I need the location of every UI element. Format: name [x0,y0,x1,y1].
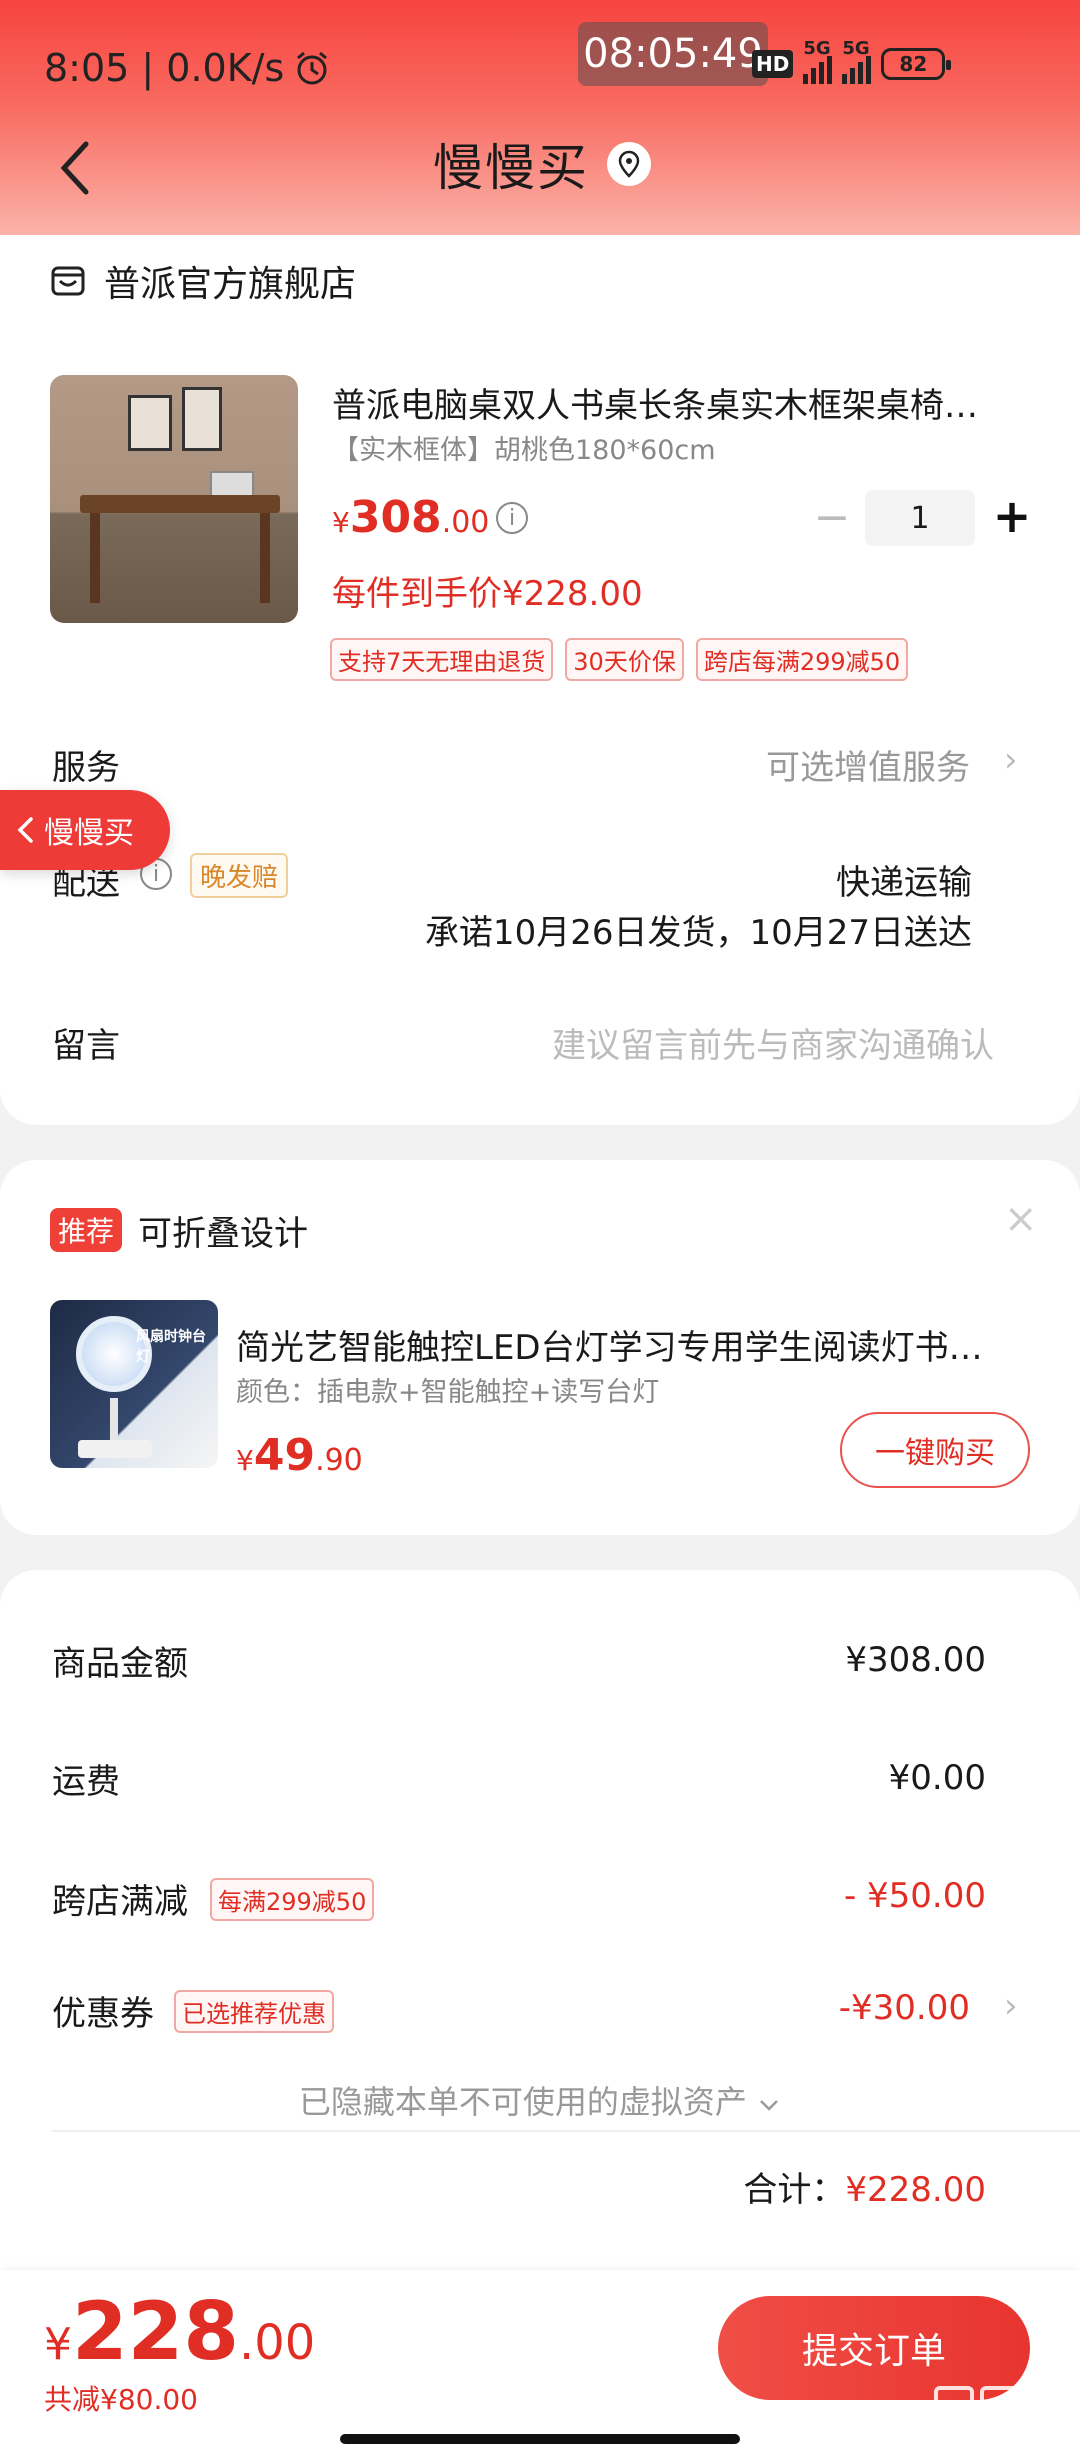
network-type-1: 5G [803,38,831,59]
hidden-assets-toggle[interactable]: 已隐藏本单不可使用的虚拟资产 [0,2077,1080,2123]
product-spec: 【实木框体】胡桃色180*60cm [332,435,716,466]
recommend-price: ¥ 49 .90 [236,1430,363,1481]
status-bar-right: HD 5G 5G 82 [752,38,952,84]
message-input[interactable]: 建议留言前先与商家沟通确认 [552,1018,994,1067]
floating-manmanmai-button[interactable]: 慢慢买 [0,790,170,870]
recommend-price-currency: ¥ [236,1444,254,1477]
recommend-product-spec: 颜色：插电款+智能触控+读写台灯 [236,1377,660,1408]
signal-icon: 5G [803,38,833,84]
recommend-price-decimal: .90 [315,1443,363,1478]
chevron-right-icon[interactable]: › [1004,740,1018,780]
back-icon[interactable] [50,138,100,198]
bottom-price-currency: ¥ [44,2319,72,2370]
product-title[interactable]: 普派电脑桌双人书桌长条桌实木框架桌椅… [332,378,1022,427]
total-value: ¥228.00 [845,2170,986,2210]
tag-discount: 跨店每满299减50 [695,638,909,681]
page-title: 慢慢买 [433,139,589,197]
goods-amount-label: 商品金额 [52,1644,188,1684]
status-bar-left: 8:05 | 0.0K/s [44,46,332,90]
recommend-price-integer: 49 [253,1430,316,1481]
product-image[interactable] [50,375,298,623]
coupon-value[interactable]: -¥30.00 [839,1988,970,2028]
price-integer: 308 [349,492,442,543]
recommend-title: 可折叠设计 [138,1214,308,1254]
tag-price-protect: 30天价保 [565,638,684,681]
store-name: 普派官方旗舰店 [104,264,357,305]
one-click-buy-button[interactable]: 一键购买 [840,1412,1030,1488]
status-time-speed: 8:05 | 0.0K/s [44,46,285,90]
quantity-minus-button[interactable]: − [812,496,852,540]
cross-store-discount-value: - ¥50.00 [843,1876,986,1916]
recommend-product-image[interactable]: 风扇时钟台灯 [50,1300,218,1468]
service-label: 服务 [52,748,120,788]
cross-store-discount-tag: 每满299减50 [210,1878,375,1921]
bottom-total-price: ¥ 228 .00 [44,2285,315,2378]
coupon-label: 优惠券 [52,1994,154,2034]
signal-icon-2: 5G [842,38,872,84]
recording-time-chip: 08:05:49 [578,22,768,86]
alarm-icon [297,51,328,85]
header-title-group: 慢慢买 [433,128,651,200]
location-icon[interactable] [607,142,651,186]
shipping-label: 运费 [52,1762,120,1802]
price-decimal: .00 [441,505,490,540]
divider [52,2130,1080,2132]
total-row: 合计：¥228.00 [743,2162,986,2211]
goods-amount-value: ¥308.00 [845,1640,986,1680]
bottom-price-integer: 228 [72,2285,239,2378]
chevron-left-icon [17,817,33,843]
coupon-tag: 已选推荐优惠 [174,1990,334,2033]
floating-button-label: 慢慢买 [44,816,134,851]
store-header[interactable]: 普派官方旗舰店 [50,255,356,307]
network-type-2: 5G [842,38,870,59]
product-tags: 支持7天无理由退货 30天价保 跨店每满299减50 [330,638,909,681]
hd-icon: HD [752,50,794,78]
service-value[interactable]: 可选增值服务 [766,740,970,789]
message-label: 留言 [52,1026,120,1066]
coupon-chevron-icon[interactable]: › [1004,1986,1018,2026]
total-label: 合计： [743,2170,846,2210]
recommend-product-title[interactable]: 简光艺智能触控LED台灯学习专用学生阅读灯书… [236,1320,1026,1369]
cross-store-discount-label: 跨店满减 [52,1882,188,1922]
quantity-input[interactable]: 1 [865,490,975,546]
late-compensation-tag: 晚发赔 [190,853,289,898]
delivery-promise: 承诺10月26日发货，10月27日送达 [424,913,972,953]
price-info-icon[interactable]: i [496,502,528,534]
total-saved: 共减¥80.00 [44,2383,198,2416]
battery-icon: 82 [881,48,952,80]
delivery-method: 快递运输 [836,863,972,903]
home-indicator[interactable] [340,2434,740,2444]
final-price: 每件到手价¥228.00 [332,574,643,614]
tag-return: 支持7天无理由退货 [330,638,554,681]
hidden-assets-text: 已隐藏本单不可使用的虚拟资产 [298,2083,747,2121]
close-icon[interactable]: × [1004,1196,1038,1242]
watermark-logo [934,2386,1066,2430]
store-icon [51,266,85,296]
recommend-image-text: 风扇时钟台灯 [136,1329,206,1365]
shipping-value: ¥0.00 [888,1758,986,1798]
chevron-down-icon [760,2100,778,2111]
recommend-badge: 推荐 [50,1208,123,1252]
product-price: ¥ 308 .00 [332,492,489,543]
quantity-plus-button[interactable]: + [990,493,1034,539]
bottom-price-decimal: .00 [239,2315,316,2371]
price-currency: ¥ [332,506,350,539]
